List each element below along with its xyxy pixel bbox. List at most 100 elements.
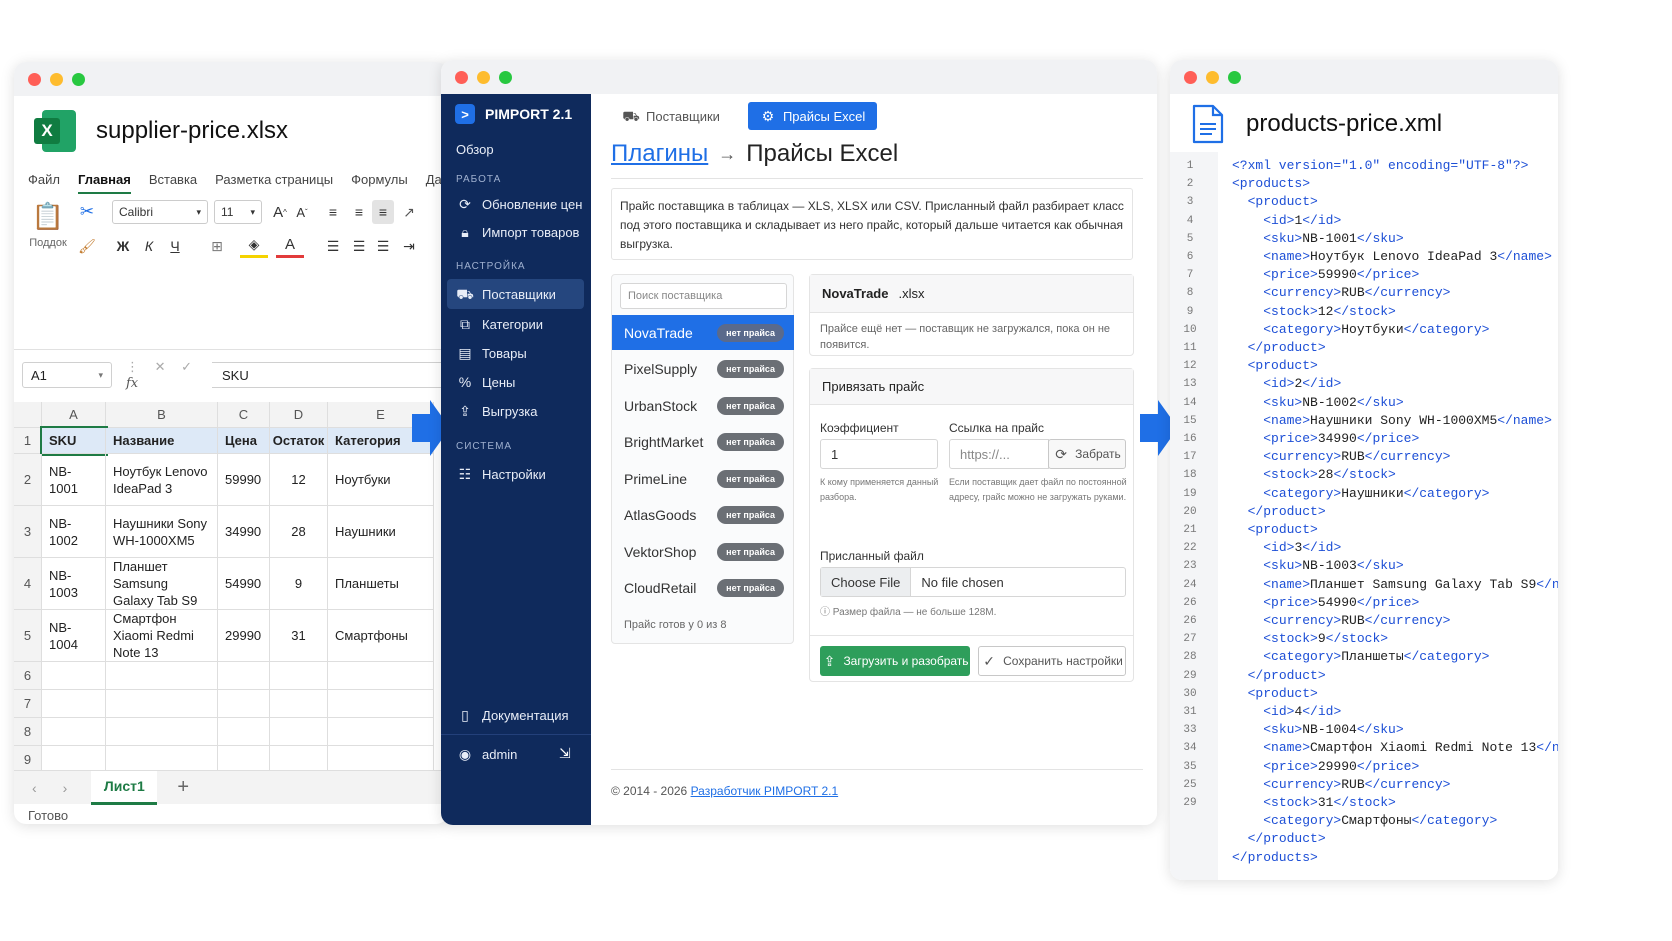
sidebar-item-categories[interactable]: ⧉ Категории: [447, 309, 584, 339]
indent-icon[interactable]: ⇥: [398, 234, 420, 258]
add-sheet-icon[interactable]: +: [177, 776, 189, 799]
supplier-item[interactable]: NovaTrade нет прайса: [612, 315, 794, 350]
table-cell[interactable]: Ноутбуки: [328, 454, 434, 506]
table-cell[interactable]: [270, 718, 328, 746]
table-cell[interactable]: 29990: [218, 610, 270, 662]
table-cell[interactable]: [42, 662, 106, 690]
row-header[interactable]: 3: [14, 506, 42, 558]
formula-input[interactable]: SKU: [212, 362, 448, 388]
table-cell[interactable]: Наушники: [328, 506, 434, 558]
table-cell[interactable]: [106, 662, 218, 690]
table-cell[interactable]: Смартфон Xiaomi Redmi Note 13: [106, 610, 218, 662]
row-header[interactable]: 5: [14, 610, 42, 662]
tab-suppliers[interactable]: ⛟ Поставщики: [611, 102, 732, 130]
table-cell[interactable]: 12: [270, 454, 328, 506]
ribbon-tab-file[interactable]: Файл: [28, 172, 60, 198]
table-cell[interactable]: Планшеты: [328, 558, 434, 610]
table-cell[interactable]: [270, 662, 328, 690]
file-input[interactable]: Choose File No file chosen: [820, 567, 1126, 597]
sidebar-item-import[interactable]: 🔒︎ Импорт товаров: [447, 217, 584, 247]
grow-font-icon[interactable]: A ^: [270, 200, 290, 224]
table-cell[interactable]: NB-1003: [42, 558, 106, 610]
coef-input[interactable]: 1: [820, 439, 938, 469]
table-cell[interactable]: [42, 718, 106, 746]
table-cell[interactable]: 28: [270, 506, 328, 558]
table-cell[interactable]: NB-1002: [42, 506, 106, 558]
sidebar-item-overview[interactable]: Обзор: [447, 134, 584, 164]
table-cell[interactable]: Планшет Samsung Galaxy Tab S9: [106, 558, 218, 610]
borders-icon[interactable]: ⊞: [202, 234, 232, 258]
select-all-corner[interactable]: [14, 402, 42, 428]
align-bottom-icon[interactable]: ≡: [372, 200, 394, 224]
breadcrumb-plugins-link[interactable]: Плагины: [611, 140, 708, 168]
table-cell[interactable]: 31: [270, 610, 328, 662]
next-sheet-icon[interactable]: ›: [63, 780, 68, 796]
underline-icon[interactable]: Ч: [164, 234, 186, 258]
align-left-icon[interactable]: ☰: [322, 234, 344, 258]
table-cell[interactable]: [42, 690, 106, 718]
url-input[interactable]: https://...: [949, 439, 1049, 469]
ribbon-tab-formulas[interactable]: Формулы: [351, 172, 408, 198]
format-painter-icon[interactable]: 🖌: [72, 234, 102, 258]
maximize-dot[interactable]: [72, 73, 85, 86]
supplier-item[interactable]: CloudRetail нет прайса: [612, 571, 794, 606]
maximize-dot[interactable]: [1228, 71, 1241, 84]
align-top-icon[interactable]: ≡: [322, 200, 344, 224]
table-cell[interactable]: [218, 690, 270, 718]
spreadsheet-grid[interactable]: A B C D E 1 SKU Название Цена Остаток Категория 2 NB…: [14, 402, 448, 817]
orientation-icon[interactable]: ↗: [398, 200, 420, 224]
supplier-item[interactable]: PrimeLine нет прайса: [612, 461, 794, 496]
xml-code-view[interactable]: 1 2 3 4 5 6 7 8 9 10 11 12 13 14 15 16 17 18 19 20 21 22 23 24 2…: [1170, 152, 1558, 880]
sidebar-item-prices[interactable]: % Цены: [447, 367, 584, 397]
column-header[interactable]: B: [106, 402, 218, 428]
fill-color-icon[interactable]: ◈: [240, 234, 268, 258]
supplier-item[interactable]: BrightMarket нет прайса: [612, 425, 794, 460]
row-header[interactable]: 8: [14, 718, 42, 746]
column-header[interactable]: D: [270, 402, 328, 428]
save-settings-button[interactable]: ✓ Сохранить настройки: [978, 646, 1126, 676]
table-cell[interactable]: [270, 690, 328, 718]
cut-icon[interactable]: ✂: [72, 200, 102, 224]
header-cell[interactable]: Название: [106, 428, 218, 454]
header-cell[interactable]: SKU: [40, 426, 108, 456]
choose-file-button[interactable]: Choose File: [821, 568, 912, 596]
row-header[interactable]: 4: [14, 558, 42, 610]
sidebar-item-settings[interactable]: ☷ Настройки: [447, 459, 584, 489]
table-cell[interactable]: NB-1001: [42, 454, 106, 506]
table-cell[interactable]: [106, 690, 218, 718]
table-cell[interactable]: NB-1004: [42, 610, 106, 662]
ribbon-tab-insert[interactable]: Вставка: [149, 172, 197, 198]
footer-link[interactable]: Разработчик PIMPORT 2.1: [691, 784, 839, 798]
close-dot[interactable]: [1184, 71, 1197, 84]
sidebar-item-products[interactable]: ▤ Товары: [447, 338, 584, 368]
row-header[interactable]: 2: [14, 454, 42, 506]
align-middle-icon[interactable]: ≡: [348, 200, 370, 224]
upload-parse-button[interactable]: ⇪ Загрузить и разобрать: [820, 646, 970, 676]
table-cell[interactable]: Ноутбук Lenovo IdeaPad 3: [106, 454, 218, 506]
align-center-icon[interactable]: ☰: [348, 234, 370, 258]
table-cell[interactable]: [328, 718, 434, 746]
row-header[interactable]: 1: [14, 428, 42, 454]
fetch-button[interactable]: ⟳ Забрать: [1048, 439, 1126, 469]
supplier-item[interactable]: UrbanStock нет прайса: [612, 388, 794, 423]
sidebar-item-export[interactable]: ⇪ Выгрузка: [447, 396, 584, 426]
font-color-icon[interactable]: A: [276, 234, 304, 258]
close-dot[interactable]: [28, 73, 41, 86]
table-cell[interactable]: [218, 718, 270, 746]
shrink-font-icon[interactable]: Aˇ: [292, 200, 312, 224]
brand[interactable]: > PIMPORT 2.1: [455, 104, 572, 124]
table-cell[interactable]: 9: [270, 558, 328, 610]
align-right-icon[interactable]: ☰: [372, 234, 394, 258]
ribbon-tab-home[interactable]: Главная: [77, 172, 131, 194]
sheet-tab-1[interactable]: Лист1: [91, 770, 158, 805]
table-cell[interactable]: 54990: [218, 558, 270, 610]
table-cell[interactable]: Наушники Sony WH-1000XM5: [106, 506, 218, 558]
bold-icon[interactable]: Ж: [112, 234, 134, 258]
column-header[interactable]: C: [218, 402, 270, 428]
table-cell[interactable]: [328, 690, 434, 718]
table-cell[interactable]: [328, 662, 434, 690]
minimize-dot[interactable]: [477, 71, 490, 84]
supplier-item[interactable]: VektorShop нет прайса: [612, 534, 794, 569]
prev-sheet-icon[interactable]: ‹: [32, 780, 37, 796]
table-cell[interactable]: 59990: [218, 454, 270, 506]
